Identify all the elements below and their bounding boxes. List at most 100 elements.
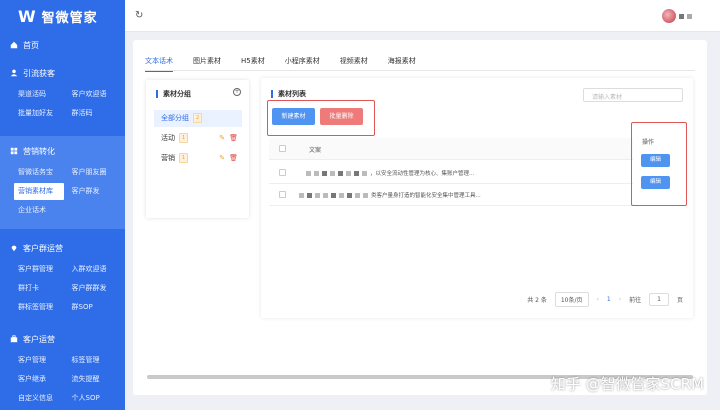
sidebar-item[interactable]: 客户管理 bbox=[18, 352, 72, 369]
row-checkbox[interactable] bbox=[279, 191, 286, 198]
sidebar-group-label: 引流获客 bbox=[23, 68, 55, 78]
username-redacted bbox=[679, 13, 684, 19]
sidebar-group-marketing: 营销转化 智微话务宝 客户朋友圈 营销素材库 客户群发 企业话术 bbox=[0, 136, 125, 229]
batch-delete-button[interactable]: 批量删除 bbox=[320, 108, 363, 125]
search-input[interactable]: 请输入素材 bbox=[583, 88, 683, 102]
sidebar-item[interactable]: 客户继承 bbox=[18, 371, 72, 388]
select-all-checkbox[interactable] bbox=[279, 145, 286, 152]
redacted-text bbox=[363, 192, 368, 198]
edit-icon[interactable]: ✎ bbox=[219, 154, 225, 162]
sidebar-item[interactable]: 群SOP bbox=[72, 299, 126, 316]
group-item-activity[interactable]: 活动 1 ✎ 🗑 bbox=[154, 130, 242, 147]
refresh-icon[interactable]: ↻ bbox=[135, 10, 143, 21]
redacted-text bbox=[315, 192, 320, 198]
sidebar-item[interactable]: 客户群发 bbox=[72, 183, 126, 200]
sidebar-group-title[interactable]: 客户群运营 bbox=[0, 237, 125, 259]
sidebar-item[interactable]: 客户欢迎语 bbox=[72, 86, 126, 103]
sidebar-group-customers: 客户运营 客户管理 标签管理 客户继承 流失提醒 自定义信息 个人SOP bbox=[0, 328, 125, 410]
group-item-label: 活动 bbox=[161, 134, 175, 142]
redacted-text bbox=[307, 192, 312, 198]
group-count-badge: 1 bbox=[179, 133, 189, 143]
trash-icon[interactable]: 🗑 bbox=[229, 134, 238, 142]
topbar: ↻ bbox=[125, 0, 720, 32]
sidebar-item-active[interactable]: 营销素材库 bbox=[14, 183, 64, 200]
sidebar-group-label: 客户运营 bbox=[23, 334, 55, 344]
sidebar-item[interactable]: 流失提醒 bbox=[72, 371, 126, 388]
redacted-text bbox=[322, 170, 327, 176]
sidebar-item[interactable]: 自定义信息 bbox=[18, 390, 72, 407]
sidebar-item[interactable]: 企业话术 bbox=[18, 202, 72, 219]
sidebar-group-title[interactable]: 营销转化 bbox=[0, 140, 125, 162]
edit-icon[interactable]: ✎ bbox=[219, 134, 225, 142]
location-icon bbox=[11, 245, 17, 252]
user-icon bbox=[10, 69, 18, 77]
group-count-badge: 1 bbox=[179, 153, 189, 163]
sidebar-item[interactable]: 客户群管理 bbox=[18, 261, 72, 278]
group-item-label: 营销 bbox=[161, 154, 175, 162]
group-panel: 素材分组 + 全部分组 2 活动 1 ✎ 🗑 营销 1 ✎ 🗑 bbox=[146, 80, 249, 218]
avatar[interactable] bbox=[662, 9, 676, 23]
operation-column-highlight: 操作 编辑 编辑 bbox=[631, 122, 687, 206]
app-name: 智微管家 bbox=[41, 10, 98, 26]
grid-icon bbox=[10, 147, 18, 155]
sidebar-item[interactable]: 入群欢迎语 bbox=[72, 261, 126, 278]
redacted-text bbox=[331, 192, 336, 198]
sidebar-item[interactable]: 智微话务宝 bbox=[18, 164, 72, 181]
user-menu[interactable] bbox=[662, 9, 692, 23]
sidebar-item[interactable]: 批量加好友 bbox=[18, 105, 72, 122]
row-text: 类客户量身打造的智能化安全集中管理工具... bbox=[299, 191, 481, 199]
redacted-text bbox=[323, 192, 328, 198]
new-material-button[interactable]: 新建素材 bbox=[272, 108, 315, 125]
app-logo[interactable]: W 智微管家 bbox=[0, 0, 125, 32]
next-page-icon[interactable]: › bbox=[619, 296, 621, 303]
page-number[interactable]: 1 bbox=[607, 296, 611, 303]
sidebar-item[interactable]: 客户朋友圈 bbox=[72, 164, 126, 181]
edit-button[interactable]: 编辑 bbox=[641, 176, 670, 189]
redacted-text bbox=[314, 170, 319, 176]
sidebar-item[interactable]: 个人SOP bbox=[72, 390, 126, 407]
pagination: 共 2 条 10条/页 ‹ 1 › 前往 1 页 bbox=[527, 292, 683, 307]
row-text-content: ，以安全流动性管理为核心、集账户管理... bbox=[370, 171, 475, 177]
logo-mark: W bbox=[18, 6, 36, 26]
redacted-text bbox=[354, 170, 359, 176]
home-icon bbox=[10, 41, 18, 49]
trash-icon[interactable]: 🗑 bbox=[229, 154, 238, 162]
goto-page-input[interactable]: 1 bbox=[649, 293, 669, 306]
edit-button[interactable]: 编辑 bbox=[641, 154, 670, 167]
sidebar-item[interactable]: 客户群群发 bbox=[72, 280, 126, 297]
sidebar-item[interactable]: 群打卡 bbox=[18, 280, 72, 297]
material-list-panel: 素材列表 请输入素材 新建素材 批量删除 文案 ，以安全流动性管理为核心、集账户… bbox=[261, 78, 693, 318]
redacted-text bbox=[362, 170, 367, 176]
group-item-all[interactable]: 全部分组 2 bbox=[154, 110, 242, 127]
sidebar-item[interactable]: 群活码 bbox=[72, 105, 126, 122]
briefcase-icon bbox=[10, 335, 18, 343]
action-buttons-highlight: 新建素材 批量删除 bbox=[267, 100, 375, 136]
list-panel-title: 素材列表 bbox=[271, 90, 306, 98]
sidebar-group-groups: 客户群运营 客户群管理 入群欢迎语 群打卡 客户群群发 群标签管理 群SOP bbox=[0, 237, 125, 320]
sidebar-group-title[interactable]: 客户运营 bbox=[0, 328, 125, 350]
sidebar-item[interactable]: 渠道活码 bbox=[18, 86, 72, 103]
watermark: 知乎 @智微管家SCRM bbox=[550, 375, 704, 393]
column-header-operation: 操作 bbox=[642, 139, 655, 146]
sidebar-item-home[interactable]: 首页 bbox=[0, 34, 125, 56]
group-item-marketing[interactable]: 营销 1 ✎ 🗑 bbox=[154, 150, 242, 167]
row-checkbox[interactable] bbox=[279, 169, 286, 176]
redacted-text bbox=[339, 192, 344, 198]
row-text-content: 类客户量身打造的智能化安全集中管理工具... bbox=[371, 193, 481, 199]
sidebar-item[interactable]: 群标签管理 bbox=[18, 299, 72, 316]
redacted-text bbox=[355, 192, 360, 198]
sidebar-group-title[interactable]: 引流获客 bbox=[0, 62, 125, 84]
table-row: ，以安全流动性管理为核心、集账户管理... bbox=[269, 162, 633, 184]
goto-label: 前往 bbox=[629, 297, 642, 304]
redacted-text bbox=[338, 170, 343, 176]
prev-page-icon[interactable]: ‹ bbox=[597, 296, 599, 303]
sidebar-group-leads: 引流获客 渠道活码 客户欢迎语 批量加好友 群活码 bbox=[0, 62, 125, 126]
group-panel-title: 素材分组 bbox=[156, 90, 191, 98]
page-size-select[interactable]: 10条/页 bbox=[554, 292, 589, 307]
group-count-badge: 2 bbox=[193, 113, 203, 123]
tabs-divider bbox=[145, 70, 695, 71]
row-text: ，以安全流动性管理为核心、集账户管理... bbox=[306, 169, 474, 177]
redacted-text bbox=[306, 170, 311, 176]
add-group-icon[interactable]: + bbox=[233, 88, 241, 96]
sidebar-item[interactable]: 标签管理 bbox=[72, 352, 126, 369]
